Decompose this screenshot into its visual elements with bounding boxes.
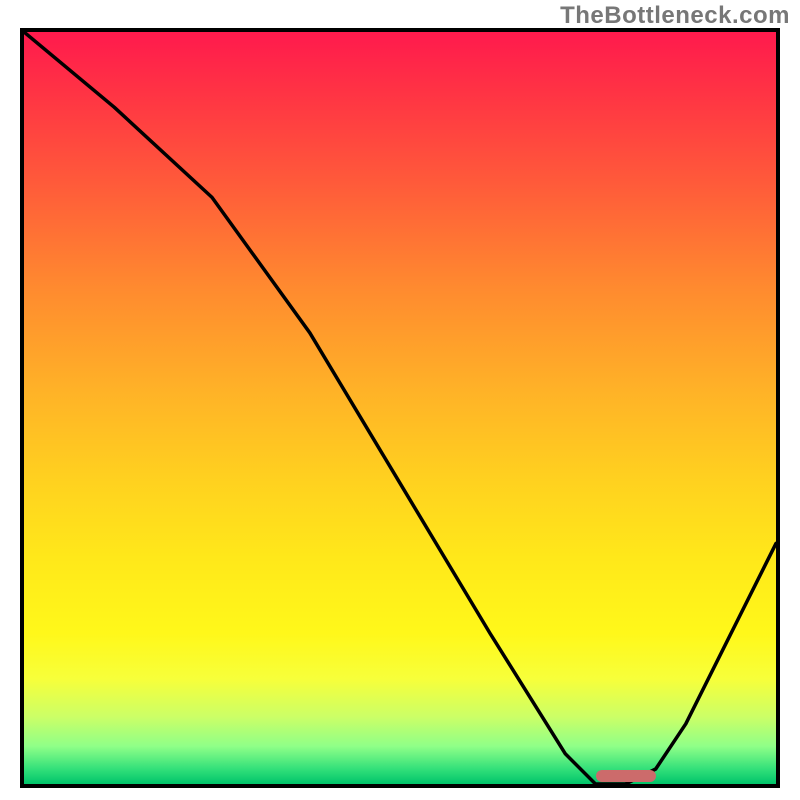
watermark-text: TheBottleneck.com [560, 2, 790, 30]
plot-area [20, 28, 780, 788]
optimal-range-marker [596, 770, 656, 782]
bottleneck-curve [24, 32, 776, 784]
chart-frame: TheBottleneck.com [0, 0, 800, 800]
